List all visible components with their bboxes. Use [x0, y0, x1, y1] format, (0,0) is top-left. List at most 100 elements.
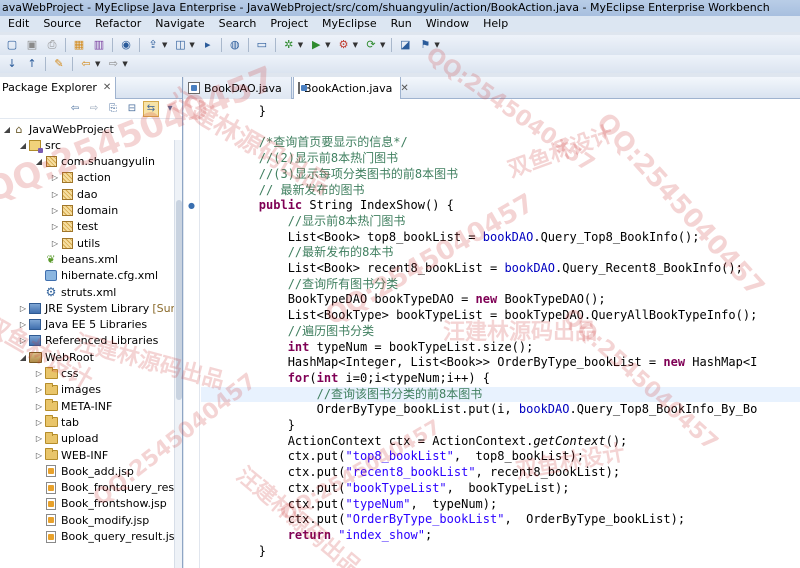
run-icon[interactable]: ▶	[308, 37, 324, 53]
menu-source[interactable]: Source	[35, 16, 87, 32]
code-line[interactable]: HashMap<Integer, List<Book>> OrderByType…	[201, 355, 800, 371]
prev-annotation-icon[interactable]: ↑	[24, 56, 40, 72]
tree-item[interactable]: Book_frontquery_result.js	[0, 480, 182, 496]
up-icon[interactable]: ⎘	[105, 101, 121, 117]
code-line[interactable]: OrderByType_bookList.put(i, bookDAO.Quer…	[201, 402, 800, 418]
tree-item[interactable]: ▷ images	[0, 382, 175, 398]
tree-item[interactable]: ▷ WEB-INF	[0, 447, 175, 463]
code-line[interactable]: public String IndexShow() {	[201, 198, 800, 214]
code-line[interactable]: ActionContext ctx = ActionContext.getCon…	[201, 434, 800, 450]
expanded-arrow-icon[interactable]: ◢	[2, 125, 12, 134]
code-line[interactable]	[201, 120, 800, 136]
collapsed-arrow-icon[interactable]: ▷	[34, 418, 44, 427]
tree-scrollbar[interactable]	[174, 140, 182, 568]
collapsed-arrow-icon[interactable]: ▷	[18, 336, 28, 345]
scrollbar-thumb[interactable]	[176, 200, 182, 400]
code-line[interactable]: int typeNum = bookTypeList.size();	[201, 340, 800, 356]
expanded-arrow-icon[interactable]: ◢	[34, 157, 44, 166]
menu-help[interactable]: Help	[475, 16, 514, 32]
code-line[interactable]: BookTypeDAO bookTypeDAO = new BookTypeDA…	[201, 292, 800, 308]
close-icon[interactable]: ✕	[103, 82, 111, 93]
tree-item[interactable]: BookType_add.jsp	[0, 545, 175, 546]
view-menu-icon[interactable]: ▾	[162, 101, 178, 117]
menu-run[interactable]: Run	[383, 16, 418, 32]
package-icon[interactable]: ▦	[71, 37, 87, 53]
chevron-down-icon[interactable]: ▼	[162, 41, 167, 49]
next-annotation-icon[interactable]: ↓	[4, 56, 20, 72]
chevron-down-icon[interactable]: ▼	[353, 41, 358, 49]
globe-icon[interactable]: ◍	[227, 37, 243, 53]
code-line[interactable]: //(3)显示每项分类图书的前8本图书	[201, 167, 800, 183]
chevron-down-icon[interactable]: ▼	[298, 41, 303, 49]
menu-edit[interactable]: Edit	[0, 16, 35, 32]
collapsed-arrow-icon[interactable]: ▷	[34, 451, 44, 460]
code-line[interactable]: ctx.put("recent8_bookList", recent8_book…	[201, 465, 800, 481]
menu-search[interactable]: Search	[211, 16, 263, 32]
chevron-down-icon[interactable]: ▼	[380, 41, 385, 49]
code-line[interactable]: ctx.put("bookTypeList", bookTypeList);	[201, 481, 800, 497]
external-tools-icon[interactable]: ⚙	[336, 37, 352, 53]
open-task-icon[interactable]: ⚑	[417, 37, 433, 53]
browser-icon[interactable]: ◫	[172, 37, 188, 53]
code-line[interactable]: return "index_show";	[201, 528, 800, 544]
tree-item[interactable]: ▷ action	[0, 170, 175, 186]
tab-bookaction-java[interactable]: BookAction.java ✕	[293, 77, 409, 99]
tree-item[interactable]: ◢ ⌂ JavaWebProject	[0, 121, 175, 137]
tree-item[interactable]: ▷ utils	[0, 235, 175, 251]
tree-item[interactable]: Book_modify.jsp	[0, 512, 175, 528]
print-icon[interactable]: ⎙	[44, 37, 60, 53]
tree-item[interactable]: Book_query_result.jsp	[0, 529, 182, 545]
chevron-down-icon[interactable]: ▼	[189, 41, 194, 49]
tab-bookdao-java[interactable]: BookDAO.java	[184, 77, 292, 99]
collapse-all-icon[interactable]: ⊟	[124, 101, 140, 117]
code-line[interactable]: //查询所有图书分类	[201, 277, 800, 293]
code-line[interactable]: /*查询首页要显示的信息*/	[201, 135, 800, 151]
book-icon[interactable]: ▥	[91, 37, 107, 53]
back-icon[interactable]: ⇦	[67, 101, 83, 117]
close-icon[interactable]: ✕	[400, 83, 408, 94]
collapsed-arrow-icon[interactable]: ▷	[50, 206, 60, 215]
chevron-down-icon[interactable]: ▼	[122, 60, 127, 68]
code-line[interactable]: List<BookType> bookTypeList = bookTypeDA…	[201, 308, 800, 324]
run-server-icon[interactable]: ▸	[200, 37, 216, 53]
menu-window[interactable]: Window	[418, 16, 475, 32]
forward-icon[interactable]: ⇨	[86, 101, 102, 117]
code-line[interactable]: //遍历图书分类	[201, 324, 800, 340]
chevron-down-icon[interactable]: ▼	[325, 41, 330, 49]
collapsed-arrow-icon[interactable]: ▷	[50, 222, 60, 231]
tree-item[interactable]: hibernate.cfg.xml	[0, 268, 175, 284]
code-line[interactable]: }	[201, 104, 800, 120]
tree-item[interactable]: ❦ beans.xml	[0, 251, 175, 267]
menu-myeclipse[interactable]: MyEclipse	[314, 16, 383, 32]
code-line[interactable]: List<Book> recent8_bookList = bookDAO.Qu…	[201, 261, 800, 277]
tree-item[interactable]: ▷ Referenced Libraries	[0, 333, 175, 349]
tree-item[interactable]: ▷ Java EE 5 Libraries	[0, 317, 175, 333]
tree-item[interactable]: Book_add.jsp	[0, 463, 175, 479]
tree-item[interactable]: ◢ com.shuangyulin	[0, 154, 175, 170]
menu-project[interactable]: Project	[262, 16, 314, 32]
tree-item[interactable]: ▷ domain	[0, 203, 175, 219]
tree-item[interactable]: ▷ css	[0, 366, 175, 382]
tree-item[interactable]: ⚙ struts.xml	[0, 284, 175, 300]
code-line[interactable]: // 最新发布的图书	[201, 183, 800, 199]
tree-item[interactable]: ◢ WebRoot	[0, 349, 175, 365]
chevron-down-icon[interactable]: ▼	[434, 41, 439, 49]
code-line[interactable]: }	[201, 418, 800, 434]
server-icon[interactable]: ◉	[118, 37, 134, 53]
link-with-editor-icon[interactable]: ⇆	[143, 100, 159, 117]
code-line[interactable]: ctx.put("top8_bookList", top8_bookList);	[201, 449, 800, 465]
code-line[interactable]: ctx.put("OrderByType_bookList", OrderByT…	[201, 512, 800, 528]
deploy-icon[interactable]: ⇪	[145, 37, 161, 53]
code-line[interactable]: //显示前8本热门图书	[201, 214, 800, 230]
tree-item[interactable]: ▷ dao	[0, 186, 175, 202]
code-line[interactable]: }	[201, 544, 800, 560]
last-edit-icon[interactable]: ✎	[51, 56, 67, 72]
collapsed-arrow-icon[interactable]: ▷	[34, 385, 44, 394]
collapsed-arrow-icon[interactable]: ▷	[18, 304, 28, 313]
chevron-down-icon[interactable]: ▼	[95, 60, 100, 68]
tab-package-explorer[interactable]: Package Explorer ✕	[0, 76, 117, 99]
code-area[interactable]: } /*查询首页要显示的信息*/ //(2)显示前8本热门图书 //(3)显示每…	[201, 100, 800, 568]
collapsed-arrow-icon[interactable]: ▷	[50, 190, 60, 199]
code-line[interactable]: ctx.put("typeNum", typeNum);	[201, 497, 800, 513]
expanded-arrow-icon[interactable]: ◢	[18, 141, 28, 150]
